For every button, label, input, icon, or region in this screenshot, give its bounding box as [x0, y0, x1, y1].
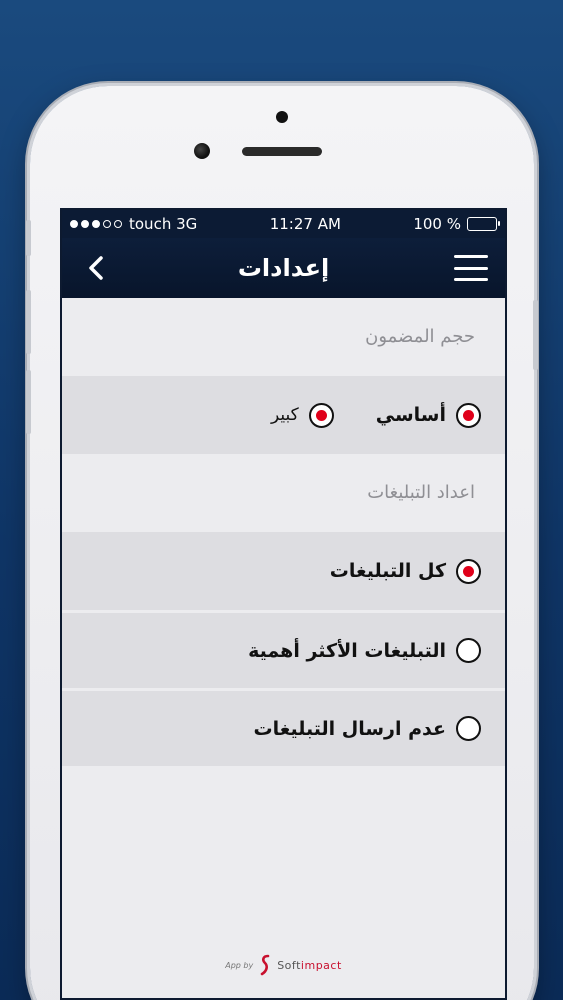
radio-unselected-icon[interactable]	[456, 716, 481, 741]
carrier-text: touch 3G	[129, 215, 198, 233]
menu-button[interactable]	[451, 251, 491, 285]
status-bar: touch 3G 11:27 AM 100 %	[62, 210, 505, 238]
phone-screen: touch 3G 11:27 AM 100 % إعدادات حجم المض…	[60, 208, 507, 1000]
option-label: التبليغات الأكثر أهمية	[248, 639, 446, 662]
front-camera	[194, 143, 210, 159]
app-credit: App by Softimpact	[62, 954, 505, 976]
radio-unselected-icon[interactable]	[456, 638, 481, 663]
page-title: إعدادات	[237, 254, 330, 282]
volume-down-button	[26, 370, 31, 434]
radio-dot	[315, 409, 327, 421]
hamburger-menu-icon	[454, 266, 488, 270]
settings-content: حجم المضمون أساسي كبير اعداد التبليغات ك…	[62, 298, 505, 766]
option-label: كبير	[271, 405, 299, 425]
battery-status: 100 %	[413, 215, 500, 233]
radio-selected-icon[interactable]	[308, 402, 334, 428]
notification-option-none[interactable]: عدم ارسال التبليغات	[62, 688, 505, 766]
notification-option-all[interactable]: كل التبليغات	[62, 532, 505, 610]
signal-dot	[103, 220, 111, 228]
proximity-sensor	[276, 111, 288, 123]
option-label: كل التبليغات	[329, 560, 446, 582]
brand-part-soft: Soft	[277, 958, 301, 972]
earpiece-speaker	[242, 147, 322, 156]
softimpact-logo-icon	[260, 954, 270, 976]
content-size-option-basic[interactable]: أساسي	[375, 402, 481, 428]
radio-selected-icon[interactable]	[456, 558, 481, 584]
back-button[interactable]	[76, 248, 116, 288]
content-size-row: أساسي كبير	[62, 376, 505, 454]
option-label: أساسي	[375, 404, 446, 426]
signal-dot	[81, 220, 89, 228]
signal-dot	[70, 220, 78, 228]
signal-dot	[92, 220, 100, 228]
battery-icon	[467, 217, 500, 231]
volume-up-button	[26, 290, 31, 354]
content-size-option-large[interactable]: كبير	[271, 402, 334, 428]
hamburger-menu-icon	[454, 278, 488, 281]
notifications-header: اعداد التبليغات	[62, 454, 505, 532]
app-by-text: App by	[225, 960, 254, 970]
brand-name: Softimpact	[277, 959, 342, 972]
option-group: كل التبليغات	[329, 558, 481, 584]
radio-dot	[463, 409, 474, 421]
navigation-bar: إعدادات	[62, 238, 505, 298]
notification-option-important[interactable]: التبليغات الأكثر أهمية	[62, 610, 505, 688]
power-button	[533, 300, 538, 370]
brand-part-impact: impact	[300, 958, 342, 972]
option-group: عدم ارسال التبليغات	[253, 716, 481, 741]
chevron-left-icon	[89, 256, 103, 280]
signal-dot	[114, 220, 122, 228]
signal-carrier: touch 3G	[70, 215, 197, 233]
content-size-header: حجم المضمون	[62, 298, 505, 376]
hamburger-menu-icon	[454, 255, 488, 258]
radio-dot	[463, 565, 474, 577]
clock: 11:27 AM	[269, 215, 341, 233]
battery-percent: 100 %	[413, 215, 461, 233]
radio-selected-icon[interactable]	[456, 402, 481, 428]
option-label: عدم ارسال التبليغات	[253, 717, 447, 740]
option-group: التبليغات الأكثر أهمية	[248, 638, 481, 663]
mute-switch	[26, 220, 31, 256]
